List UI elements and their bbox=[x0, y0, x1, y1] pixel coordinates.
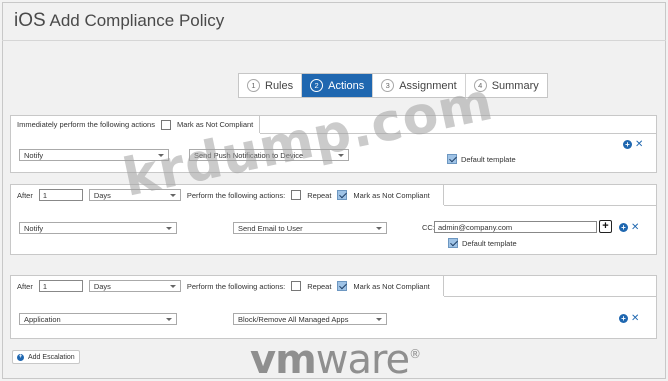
row-actions: + ✕ bbox=[623, 140, 643, 150]
immediate-actions-section: Immediately perform the following action… bbox=[10, 115, 657, 173]
mark-not-compliant-checkbox[interactable] bbox=[160, 119, 171, 130]
step-label: Summary bbox=[491, 79, 539, 92]
action-type-select[interactable]: Application bbox=[19, 313, 177, 325]
chevron-down-icon bbox=[166, 317, 172, 321]
selected-value: Days bbox=[93, 190, 111, 200]
immediate-header: Immediately perform the following action… bbox=[10, 115, 260, 133]
vmware-logo: vmware® bbox=[250, 337, 421, 381]
selected-value: Send Email to User bbox=[238, 223, 303, 233]
step-assignment[interactable]: 3 Assignment bbox=[373, 74, 466, 97]
action-select[interactable]: Block/Remove All Managed Apps bbox=[233, 313, 387, 325]
page-title: iOS Add Compliance Policy bbox=[14, 10, 224, 32]
mark-not-compliant-checkbox[interactable] bbox=[337, 281, 348, 291]
mark-not-compliant-checkbox[interactable] bbox=[337, 190, 348, 200]
default-template-label: Default template bbox=[462, 238, 517, 248]
action-type-select[interactable]: Notify bbox=[19, 149, 169, 161]
add-escalation-button[interactable]: + Add Escalation bbox=[12, 350, 80, 364]
row-actions: + ✕ bbox=[619, 223, 639, 233]
section-divider bbox=[444, 205, 656, 206]
add-escalation-label: Add Escalation bbox=[28, 353, 75, 361]
selected-value: Send Push Notification to Device bbox=[194, 150, 304, 160]
step-number: 3 bbox=[381, 79, 395, 92]
add-icon[interactable]: + bbox=[623, 140, 632, 149]
repeat-checkbox[interactable] bbox=[291, 190, 302, 200]
repeat-label: Repeat bbox=[307, 190, 332, 200]
perform-label: Perform the following actions: bbox=[186, 190, 286, 200]
after-value-input[interactable]: 1 bbox=[38, 280, 83, 292]
chevron-down-icon bbox=[158, 153, 164, 157]
chevron-down-icon bbox=[169, 193, 176, 197]
perform-label: Perform the following actions: bbox=[186, 281, 286, 291]
step-label: Actions bbox=[328, 79, 365, 92]
os-label: iOS bbox=[14, 10, 46, 31]
chevron-down-icon bbox=[166, 226, 172, 230]
section-divider bbox=[444, 296, 656, 297]
close-icon[interactable]: ✕ bbox=[631, 223, 639, 233]
step-number: 2 bbox=[310, 79, 324, 92]
action-select[interactable]: Send Push Notification to Device bbox=[189, 149, 349, 161]
row-actions: + ✕ bbox=[619, 314, 639, 324]
page-title-text: Add Compliance Policy bbox=[49, 11, 225, 30]
repeat-label: Repeat bbox=[307, 281, 332, 291]
escalation-section-2: After 1 Days Perform the following actio… bbox=[10, 275, 657, 339]
default-template-row: Default template bbox=[447, 154, 516, 164]
step-label: Assignment bbox=[399, 79, 457, 92]
close-icon[interactable]: ✕ bbox=[631, 314, 639, 324]
wizard-steps: 1 Rules 2 Actions 3 Assignment 4 Summary bbox=[238, 73, 548, 98]
step-number: 4 bbox=[473, 79, 487, 92]
chevron-down-icon bbox=[376, 226, 382, 230]
cc-label: CC: bbox=[422, 223, 435, 232]
add-recipient-icon[interactable]: + bbox=[599, 220, 612, 233]
step-number: 1 bbox=[247, 79, 260, 92]
selected-value: Days bbox=[93, 281, 111, 291]
immediate-label: Immediately perform the following action… bbox=[17, 120, 155, 129]
selected-value: Notify bbox=[24, 223, 44, 233]
chevron-down-icon bbox=[169, 284, 176, 288]
escalation-header: After 1 Days Perform the following actio… bbox=[10, 184, 444, 205]
mark-not-compliant-label: Mark as Not Compliant bbox=[176, 120, 254, 129]
default-template-checkbox[interactable] bbox=[447, 154, 457, 164]
action-select[interactable]: Send Email to User bbox=[233, 222, 387, 234]
selected-value: Notify bbox=[24, 150, 44, 160]
selected-value: Application bbox=[24, 314, 61, 324]
unit-select[interactable]: Days bbox=[88, 189, 181, 201]
section-divider bbox=[260, 133, 656, 134]
step-actions[interactable]: 2 Actions bbox=[302, 74, 374, 97]
add-icon[interactable]: + bbox=[619, 223, 628, 232]
after-value-input[interactable]: 1 bbox=[38, 189, 83, 201]
add-icon: + bbox=[17, 353, 24, 361]
after-label: After bbox=[17, 281, 33, 291]
after-label: After bbox=[17, 190, 33, 200]
close-icon[interactable]: ✕ bbox=[635, 140, 643, 150]
mark-not-compliant-label: Mark as Not Compliant bbox=[353, 190, 430, 200]
step-label: Rules bbox=[265, 79, 294, 92]
title-divider bbox=[2, 40, 666, 41]
default-template-checkbox[interactable] bbox=[448, 238, 458, 248]
step-summary[interactable]: 4 Summary bbox=[466, 74, 547, 97]
chevron-down-icon bbox=[376, 317, 382, 321]
escalation-section-1: After 1 Days Perform the following actio… bbox=[10, 184, 657, 255]
chevron-down-icon bbox=[338, 153, 344, 157]
add-icon[interactable]: + bbox=[619, 314, 628, 323]
default-template-row: Default template bbox=[448, 238, 517, 248]
escalation-header: After 1 Days Perform the following actio… bbox=[10, 275, 444, 296]
step-rules[interactable]: 1 Rules bbox=[239, 74, 303, 97]
repeat-checkbox[interactable] bbox=[291, 281, 302, 291]
unit-select[interactable]: Days bbox=[88, 280, 181, 292]
action-type-select[interactable]: Notify bbox=[19, 222, 177, 234]
selected-value: Block/Remove All Managed Apps bbox=[238, 314, 349, 324]
mark-not-compliant-label: Mark as Not Compliant bbox=[353, 281, 430, 291]
default-template-label: Default template bbox=[461, 154, 516, 164]
cc-email-input[interactable]: admin@company.com bbox=[434, 221, 597, 233]
